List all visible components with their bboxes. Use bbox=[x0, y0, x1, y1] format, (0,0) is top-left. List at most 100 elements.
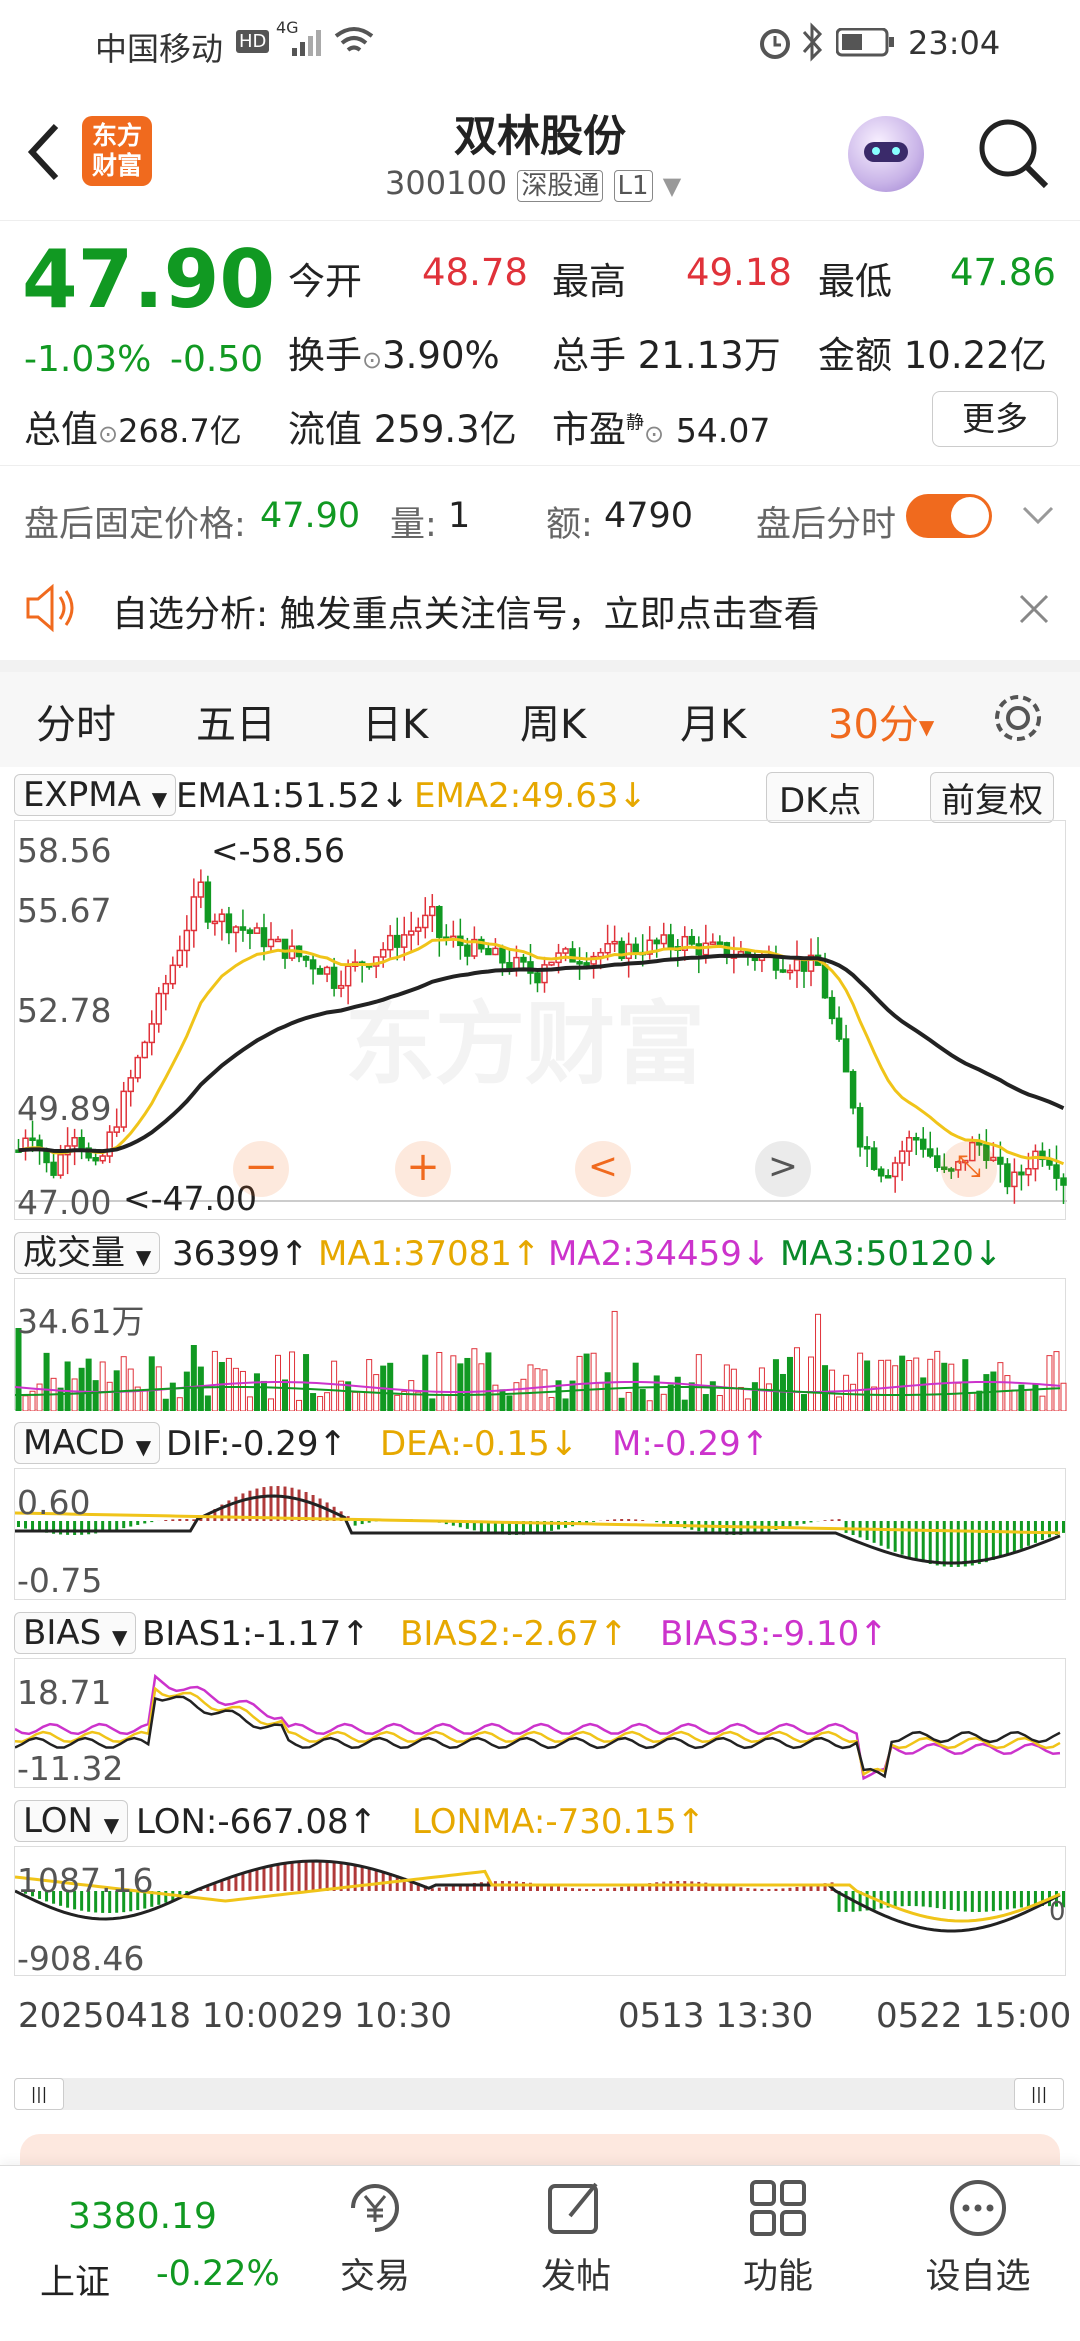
index-value: 3380.19 bbox=[68, 2196, 217, 2237]
chevron-down-icon[interactable] bbox=[1020, 504, 1056, 528]
more-button[interactable]: 更多 bbox=[932, 391, 1058, 447]
tab-monthly-k[interactable]: 月K bbox=[680, 692, 746, 750]
range-handle-right[interactable]: ||| bbox=[1014, 2078, 1064, 2110]
tab-30min-label: 30分 bbox=[828, 702, 919, 748]
volume-value: 21.13万 bbox=[637, 334, 781, 377]
candle-body bbox=[485, 947, 492, 956]
volume-bar bbox=[387, 1362, 394, 1411]
volume-bar bbox=[99, 1361, 106, 1411]
post-icon bbox=[548, 2182, 598, 2234]
scroll-right-button[interactable]: > bbox=[755, 1141, 811, 1197]
macd-dea: DEA:-0.15↓ bbox=[380, 1424, 579, 1464]
volume-chart[interactable]: 34.61万 bbox=[14, 1278, 1067, 1411]
candle-body bbox=[239, 926, 247, 931]
candle-body bbox=[1004, 1163, 1011, 1188]
signal-notice[interactable]: 自选分析: 触发重点关注信号，立即点击查看 bbox=[0, 555, 1080, 660]
volume-bar bbox=[253, 1373, 260, 1411]
volume-selector[interactable]: 成交量 ▼ bbox=[14, 1232, 161, 1274]
nav-add-watchlist[interactable]: 设自选 bbox=[908, 2176, 1048, 2299]
volume-bar bbox=[1039, 1395, 1046, 1411]
dk-point-button[interactable]: DK点 bbox=[766, 772, 875, 823]
selector-dropdown-icon: ▼ bbox=[135, 1245, 152, 1269]
candle-body bbox=[1018, 1171, 1025, 1176]
tab-weekly-k[interactable]: 周K bbox=[520, 692, 586, 750]
zoom-out-button[interactable]: − bbox=[233, 1141, 289, 1197]
selector-dropdown-icon: ▼ bbox=[112, 1625, 128, 1649]
bias-selector-label: BIAS bbox=[23, 1613, 102, 1653]
mktcap-label: 总值⊙268.7亿 bbox=[24, 399, 242, 453]
candle-body bbox=[1060, 1177, 1067, 1186]
market-tag: 深股通 bbox=[517, 170, 604, 202]
volume-bar bbox=[541, 1369, 548, 1411]
volume-bar bbox=[78, 1367, 85, 1411]
volume-bar bbox=[366, 1359, 373, 1411]
search-icon[interactable] bbox=[976, 116, 1052, 192]
scroll-left-button[interactable]: < bbox=[575, 1141, 631, 1197]
volume-bar bbox=[625, 1391, 632, 1411]
settings-gear-icon[interactable] bbox=[990, 690, 1046, 746]
vol-ma1: MA1:37081↑ bbox=[318, 1234, 541, 1274]
volume-bar bbox=[660, 1393, 667, 1411]
candle-body bbox=[92, 1157, 99, 1162]
volume-bar bbox=[485, 1352, 492, 1411]
macd-selector[interactable]: MACD ▼ bbox=[14, 1422, 161, 1464]
bias-line-2 bbox=[15, 1686, 1061, 1777]
macd-selector-label: MACD bbox=[23, 1423, 125, 1463]
volume-bar bbox=[492, 1384, 499, 1411]
volume-bar bbox=[836, 1396, 843, 1411]
lon-selector[interactable]: LON ▼ bbox=[14, 1800, 129, 1842]
candle-body bbox=[302, 955, 310, 961]
volume-bar bbox=[815, 1313, 822, 1411]
y-label-1: 58.56 bbox=[17, 831, 112, 870]
tab-five-day[interactable]: 五日 bbox=[196, 692, 276, 750]
volume-bar bbox=[92, 1380, 99, 1411]
volume-bar bbox=[85, 1358, 92, 1411]
index-ticker[interactable]: 3380.19 上证 -0.22% bbox=[0, 2166, 300, 2341]
candle-body bbox=[688, 935, 696, 945]
stock-code-line[interactable]: 300100 深股通 L1 ▼ bbox=[385, 164, 681, 202]
candle-body bbox=[183, 929, 191, 952]
candle-body bbox=[499, 947, 506, 964]
after-hours-price: 47.90 bbox=[260, 496, 361, 536]
range-scrollbar[interactable]: ||| ||| bbox=[14, 2078, 1064, 2110]
after-hours-label: 盘后固定价格: bbox=[24, 505, 246, 545]
bias-selector[interactable]: BIAS ▼ bbox=[14, 1612, 137, 1654]
candle-body bbox=[562, 948, 569, 954]
range-handle-left[interactable]: ||| bbox=[14, 2078, 64, 2110]
volume-bar bbox=[183, 1371, 190, 1411]
turnover-info-icon[interactable]: ⊙ bbox=[362, 346, 382, 374]
close-icon[interactable] bbox=[1018, 593, 1050, 625]
bias-chart[interactable]: 18.71 -11.32 bbox=[14, 1658, 1066, 1788]
candle-body bbox=[625, 943, 632, 960]
change-value: -0.50 bbox=[170, 339, 264, 380]
tab-daily-k[interactable]: 日K bbox=[362, 692, 428, 750]
float-value: 259.3亿 bbox=[373, 408, 517, 451]
nav-trade[interactable]: 交易 bbox=[305, 2176, 445, 2299]
kline-chart[interactable]: 东方财富 58.56 55.67 52.78 49.89 47.00 <-58.… bbox=[14, 820, 1067, 1222]
adjust-button[interactable]: 前复权 bbox=[930, 772, 1054, 823]
info-icon[interactable]: ⊙ bbox=[98, 420, 118, 448]
volume-bar bbox=[878, 1359, 885, 1411]
volume-bar bbox=[934, 1350, 941, 1411]
tab-30min[interactable]: 30分▼ bbox=[828, 692, 934, 750]
volume-bar bbox=[976, 1390, 983, 1411]
candle-body bbox=[344, 965, 352, 987]
zoom-in-button[interactable]: + bbox=[395, 1141, 451, 1197]
nav-post[interactable]: 发帖 bbox=[506, 2176, 646, 2299]
robot-assistant-icon[interactable] bbox=[848, 116, 924, 192]
after-hours-toggle[interactable] bbox=[906, 494, 992, 538]
max-marker: <-58.56 bbox=[211, 831, 346, 870]
macd-chart[interactable]: 0.60 -0.75 bbox=[14, 1468, 1066, 1600]
nav-post-label: 发帖 bbox=[540, 2257, 611, 2297]
candle-body bbox=[513, 956, 520, 970]
fullscreen-icon[interactable]: ⤡ bbox=[941, 1141, 997, 1197]
expma-selector[interactable]: EXPMA ▼ bbox=[14, 774, 177, 816]
time-label-2: 29 10:30 bbox=[300, 1996, 453, 2036]
lon-chart[interactable]: 1087.16 -908.46 0 bbox=[14, 1846, 1066, 1978]
pe-info-icon[interactable]: ⊙ bbox=[644, 420, 664, 448]
volume-bar bbox=[267, 1398, 274, 1411]
tab-intraday[interactable]: 分时 bbox=[36, 692, 116, 750]
volume-bar bbox=[436, 1351, 443, 1411]
nav-functions[interactable]: 功能 bbox=[708, 2176, 848, 2299]
candle-body bbox=[492, 947, 499, 956]
